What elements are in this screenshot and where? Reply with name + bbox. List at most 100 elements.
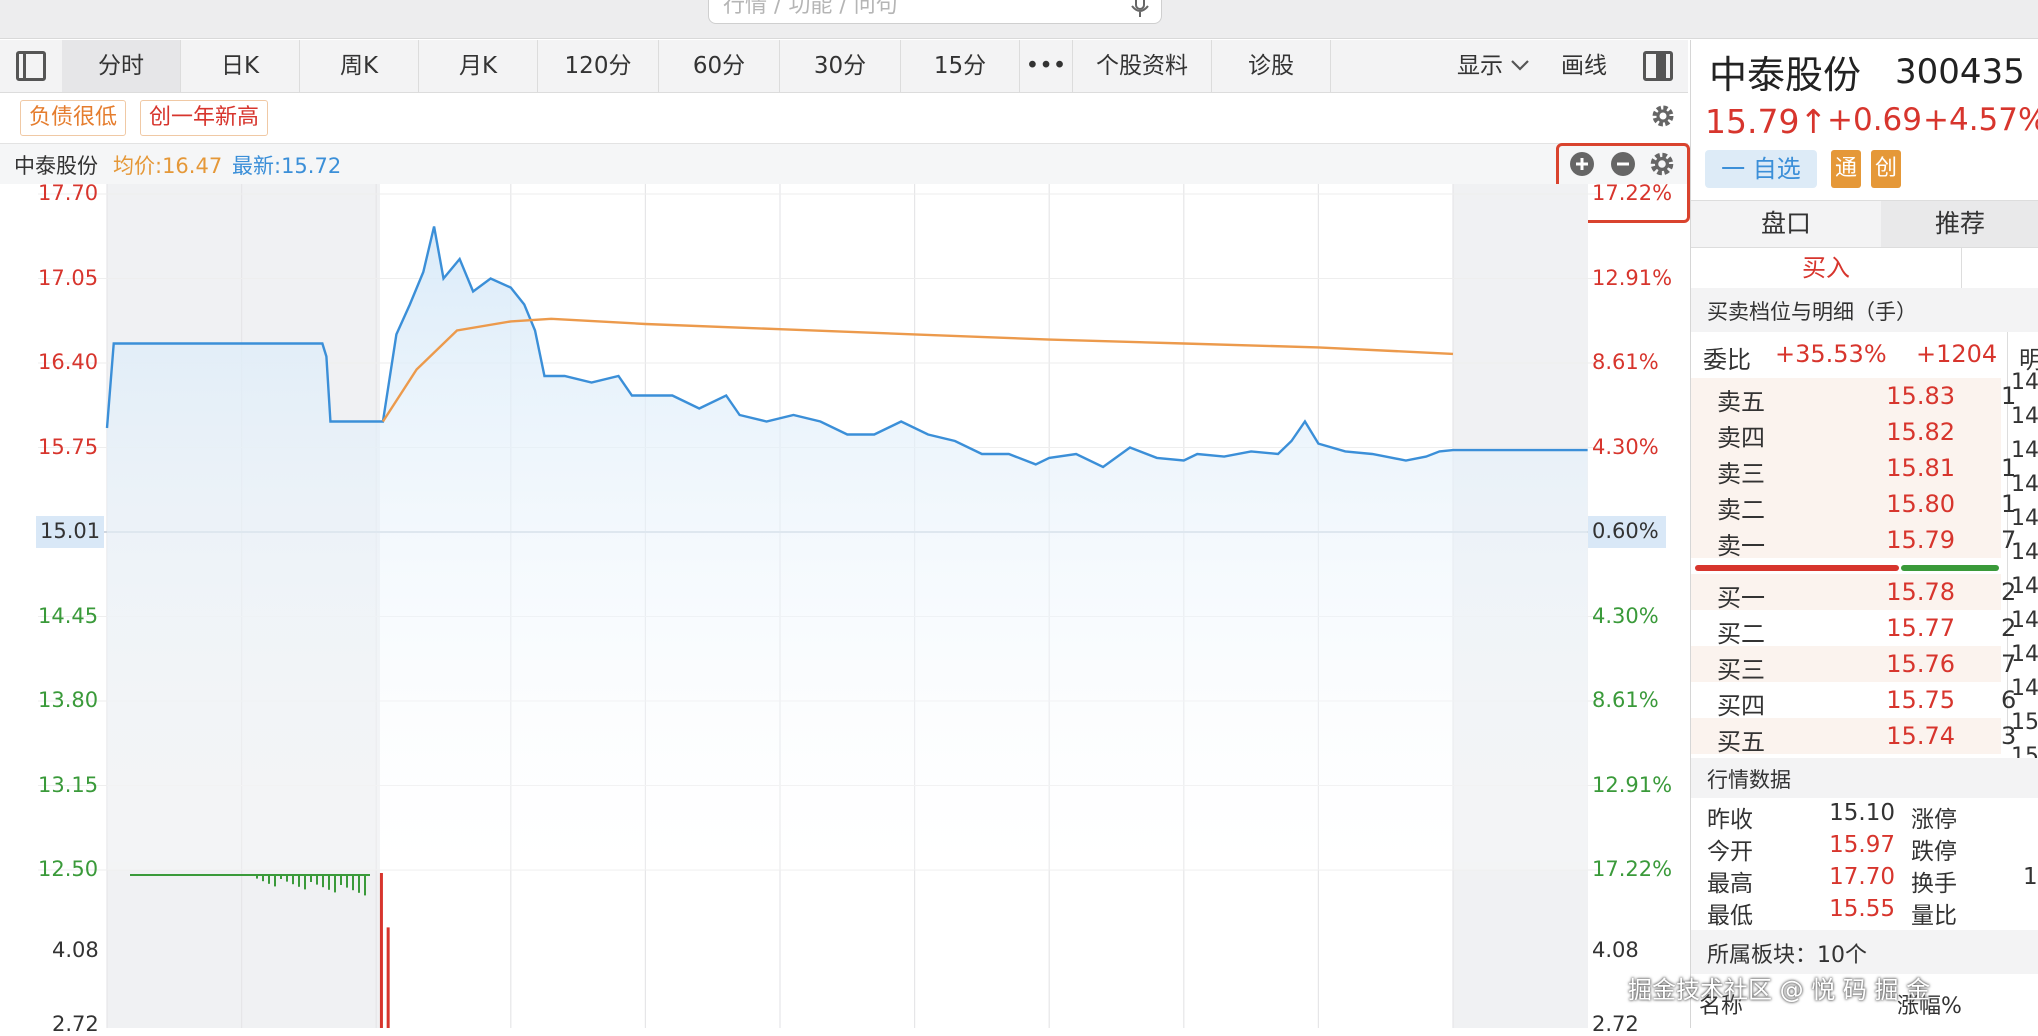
y-left-tick: 12.50 — [38, 857, 99, 881]
volume-bar-green — [346, 874, 348, 888]
tab-daily-k[interactable]: 日K — [181, 40, 300, 92]
tab-diagnosis[interactable]: 诊股 — [1212, 40, 1331, 92]
ask-level-row[interactable]: 卖五 15.83 1 — [1691, 378, 2016, 416]
level-price: 15.76 — [1886, 650, 1955, 678]
level-price: 15.80 — [1886, 490, 1955, 518]
settings-gear-icon[interactable] — [1650, 103, 1676, 129]
tab-60min[interactable]: 60分 — [659, 40, 780, 92]
market-key2: 涨停 — [1911, 807, 1957, 833]
volume-tick-right: 4.08 — [1592, 938, 1639, 962]
level-label: 买三 — [1717, 656, 1765, 684]
right-quote-panel: 中泰股份 300435 15.79↑ +0.69 +4.57% 一 自选 通 创… — [1690, 40, 2038, 1028]
level-price: 15.81 — [1886, 454, 1955, 482]
volume-bar-green — [358, 874, 360, 893]
ask-level-row[interactable]: 卖四 15.82 — [1691, 414, 2001, 452]
market-data-title: 行情数据 — [1707, 768, 1791, 792]
volume-bar-red — [386, 927, 390, 1028]
market-value: 15.55 — [1829, 896, 1895, 922]
market-key: 最低 — [1707, 903, 1753, 929]
volume-bar-green — [334, 874, 336, 893]
stock-code: 300435 — [1895, 52, 2025, 92]
intraday-chart[interactable] — [0, 142, 1688, 1028]
market-key2: 换手 — [1911, 871, 1957, 897]
more-tabs-button[interactable]: ••• — [1020, 40, 1073, 92]
tab-monthly-k[interactable]: 月K — [419, 40, 538, 92]
stock-name: 中泰股份 — [1709, 53, 1862, 97]
left-panel-toggle-icon[interactable] — [16, 51, 46, 81]
buy-button[interactable]: 买入 — [1691, 248, 1962, 289]
detail-time: 14 — [2011, 370, 2038, 395]
detail-time: 14 — [2011, 506, 2038, 531]
bid-level-row[interactable]: 买一 15.78 2 — [1691, 574, 2016, 612]
display-dropdown[interactable]: 显示 — [1440, 40, 1520, 92]
microphone-icon[interactable] — [1130, 0, 1150, 18]
volume-tick-left: 4.08 — [52, 938, 99, 962]
bid-level-row[interactable]: 买三 15.76 7 — [1691, 646, 2016, 684]
y-right-tick: 12.91% — [1592, 772, 1673, 797]
detail-time: 14 — [2011, 438, 2038, 463]
y-left-tick: 14.45 — [38, 603, 99, 628]
draw-line-button[interactable]: 画线 — [1548, 40, 1620, 92]
volume-tick-left: 2.72 — [52, 1012, 99, 1036]
chevron-down-icon[interactable] — [1510, 58, 1530, 72]
level-price: 15.79 — [1886, 526, 1955, 554]
level-label: 买五 — [1717, 728, 1765, 756]
bid-level-row[interactable]: 买二 15.77 2 — [1691, 610, 2016, 648]
y-right-tick: 8.61% — [1592, 350, 1659, 374]
weibi-value: +1204 — [1916, 340, 1998, 368]
search-input[interactable]: 行情 / 功能 / 问句 — [708, 0, 1162, 24]
level-label: 买一 — [1717, 584, 1765, 612]
volume-bar-green — [340, 874, 342, 885]
add-watchlist-button[interactable]: 一 自选 — [1705, 150, 1817, 188]
tab-tuijian[interactable]: 推荐 — [1881, 200, 2038, 248]
detail-time: 14 — [2011, 574, 2038, 599]
level-label: 卖五 — [1717, 388, 1765, 416]
detail-time: 14 — [2011, 608, 2038, 633]
tab-weekly-k[interactable]: 周K — [300, 40, 419, 92]
tag-low-debt[interactable]: 负债很低 — [20, 100, 127, 136]
volume-bar-green — [316, 874, 318, 885]
volume-bar-green — [280, 874, 282, 879]
market-value2: 1 — [2023, 864, 2038, 890]
level-price: 15.77 — [1886, 614, 1955, 642]
y-left-tick: 17.70 — [38, 181, 99, 205]
y-left-tick: 17.05 — [38, 265, 99, 290]
ask-level-row[interactable]: 卖一 15.79 7 — [1691, 522, 2016, 560]
y-right-tick: 17.22% — [1592, 857, 1673, 881]
level-label: 买四 — [1717, 692, 1765, 720]
market-key2: 跌停 — [1911, 839, 1957, 865]
ask-level-row[interactable]: 卖二 15.80 1 — [1691, 486, 2016, 524]
volume-bar-green — [262, 874, 264, 882]
level-price: 15.78 — [1886, 578, 1955, 606]
volume-bar-green — [328, 874, 330, 890]
detail-time: 14 — [2011, 540, 2038, 565]
price-change-pct: +4.57% — [1923, 102, 2038, 138]
sector-label[interactable]: 所属板块：10个 — [1707, 937, 1867, 969]
level-price: 15.82 — [1886, 418, 1955, 446]
volume-bar-green — [352, 874, 354, 891]
level-price: 15.74 — [1886, 722, 1955, 750]
y-left-tick: 16.40 — [38, 350, 99, 374]
detail-time: 15 — [2011, 710, 2038, 735]
market-value: 15.10 — [1829, 800, 1895, 826]
bid-level-row[interactable]: 买四 15.75 6 — [1691, 682, 2016, 720]
tab-15min[interactable]: 15分 — [901, 40, 1020, 92]
bid-level-row[interactable]: 买五 15.74 3 — [1691, 718, 2016, 756]
weibi-pct: +35.53% — [1775, 340, 1887, 368]
y-left-tick: 13.15 — [38, 772, 99, 797]
volume-tick-right: 2.72 — [1592, 1012, 1639, 1036]
volume-bar-red — [379, 873, 383, 1028]
right-panel-toggle-icon[interactable] — [1643, 51, 1673, 81]
tab-stock-profile[interactable]: 个股资料 — [1073, 40, 1212, 92]
detail-time: 14 — [2011, 642, 2038, 667]
sell-strength-bar — [1695, 565, 1899, 571]
tab-30min[interactable]: 30分 — [780, 40, 901, 92]
ask-level-row[interactable]: 卖三 15.81 1 — [1691, 450, 2016, 488]
tag-year-high[interactable]: 创一年新高 — [140, 100, 269, 136]
volume-bar-green — [322, 874, 324, 888]
tab-pankou[interactable]: 盘口 — [1691, 200, 1881, 248]
tab-120min[interactable]: 120分 — [538, 40, 659, 92]
current-price: 15.79↑ — [1705, 102, 1828, 141]
tab-intraday[interactable]: 分时 — [62, 40, 181, 92]
y-left-tick: 15.75 — [38, 434, 99, 459]
